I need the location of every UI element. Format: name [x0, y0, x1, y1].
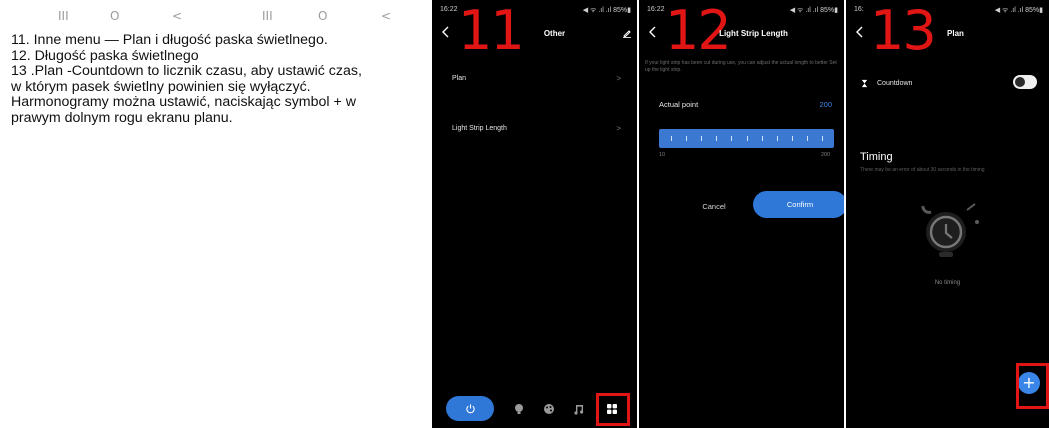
home-glyph: O [110, 9, 120, 23]
status-time: 16: [854, 6, 864, 13]
actual-point-value: 200 [819, 100, 832, 109]
status-icons: ◀ ᯤ .ıl .ıl 85%▮ [994, 7, 1043, 14]
highlight-box [596, 393, 630, 426]
slider-tick [792, 136, 793, 141]
slider-tick [747, 136, 748, 141]
phone-screen-other: 16:22 ◀ ᯤ .ıl .ıl 85%▮ 11 Other Plan > L… [432, 0, 637, 428]
actual-point-row: Actual point 200 [659, 100, 832, 109]
menu-item-plan[interactable]: Plan > [452, 70, 621, 86]
instruction-line: Harmonogramy można ustawić, naciskając s… [11, 94, 356, 111]
home-glyph: O [318, 9, 328, 23]
slider-tick [777, 136, 778, 141]
instruction-line: 13 .Plan -Countdown to licznik czasu, ab… [11, 63, 362, 80]
confirm-button[interactable]: Confirm [753, 191, 844, 218]
recents-glyph: III [262, 9, 273, 23]
timing-subtitle: There may be an error of about 30 second… [860, 167, 985, 173]
instruction-line: prawym dolnym rogu ekranu planu. [11, 109, 233, 126]
status-time: 16:22 [647, 6, 665, 13]
countdown-toggle[interactable] [1013, 75, 1037, 89]
slider-tick [807, 136, 808, 141]
music-icon[interactable] [572, 402, 586, 416]
recents-glyph: III [58, 9, 69, 23]
slider-tick [762, 136, 763, 141]
length-slider[interactable] [659, 129, 834, 148]
instruction-line: 12. Długość paska świetlnego [11, 47, 199, 64]
slider-tick [716, 136, 717, 141]
slider-tick [701, 136, 702, 141]
page-title: Other [543, 29, 566, 38]
back-glyph: < [381, 9, 392, 23]
menu-item-label: Plan [452, 74, 467, 82]
description-text: If your light strip has been cut during … [645, 60, 837, 73]
page-title: Plan [947, 29, 964, 38]
power-icon [465, 404, 475, 414]
bulb-icon[interactable] [512, 402, 526, 416]
phone-screen-plan: 16: ◀ ᯤ .ıl .ıl 85%▮ 13 Plan Countdown T… [846, 0, 1049, 428]
phone-screen-light-strip-length: 16:22 ◀ ᯤ .ıl .ıl 85%▮ 12 Light Strip Le… [639, 0, 844, 428]
actual-point-label: Actual point [659, 100, 699, 109]
toggle-knob [1015, 77, 1025, 87]
chevron-right-icon: > [616, 123, 621, 133]
empty-clock-illustration [921, 203, 979, 257]
menu-item-label: Light Strip Length [452, 124, 507, 132]
instruction-line: w którym pasek świetlny powinien się wył… [11, 78, 311, 95]
status-icons: ◀ ᯤ .ıl .ıl 85%▮ [582, 7, 631, 14]
slider-tick [731, 136, 732, 141]
instructions-text: 11. Inne menu — Plan i długość paska świ… [11, 32, 421, 127]
page-title: Light Strip Length [719, 29, 788, 38]
hourglass-icon [861, 79, 868, 87]
android-nav-bar: III O < III O < [0, 0, 425, 26]
edit-icon[interactable] [622, 28, 632, 38]
slider-tick [686, 136, 687, 141]
status-time: 16:22 [440, 6, 458, 13]
empty-state-text: No timing [934, 280, 961, 286]
slider-tick [822, 136, 823, 141]
instruction-line: 11. Inne menu — Plan i długość paska świ… [11, 32, 328, 48]
slider-max-label: 200 [821, 152, 831, 158]
slider-min-label: 10 [659, 152, 666, 158]
timing-title: Timing [860, 151, 893, 163]
countdown-label: Countdown [877, 79, 913, 87]
palette-icon[interactable] [542, 402, 556, 416]
power-button[interactable] [446, 396, 494, 421]
cancel-button[interactable]: Cancel [679, 197, 749, 215]
slider-tick [671, 136, 672, 141]
back-glyph: < [172, 9, 183, 23]
highlight-box [1016, 363, 1049, 409]
menu-item-light-strip-length[interactable]: Light Strip Length > [452, 120, 621, 136]
chevron-right-icon: > [616, 73, 621, 83]
status-icons: ◀ ᯤ .ıl .ıl 85%▮ [789, 7, 838, 14]
